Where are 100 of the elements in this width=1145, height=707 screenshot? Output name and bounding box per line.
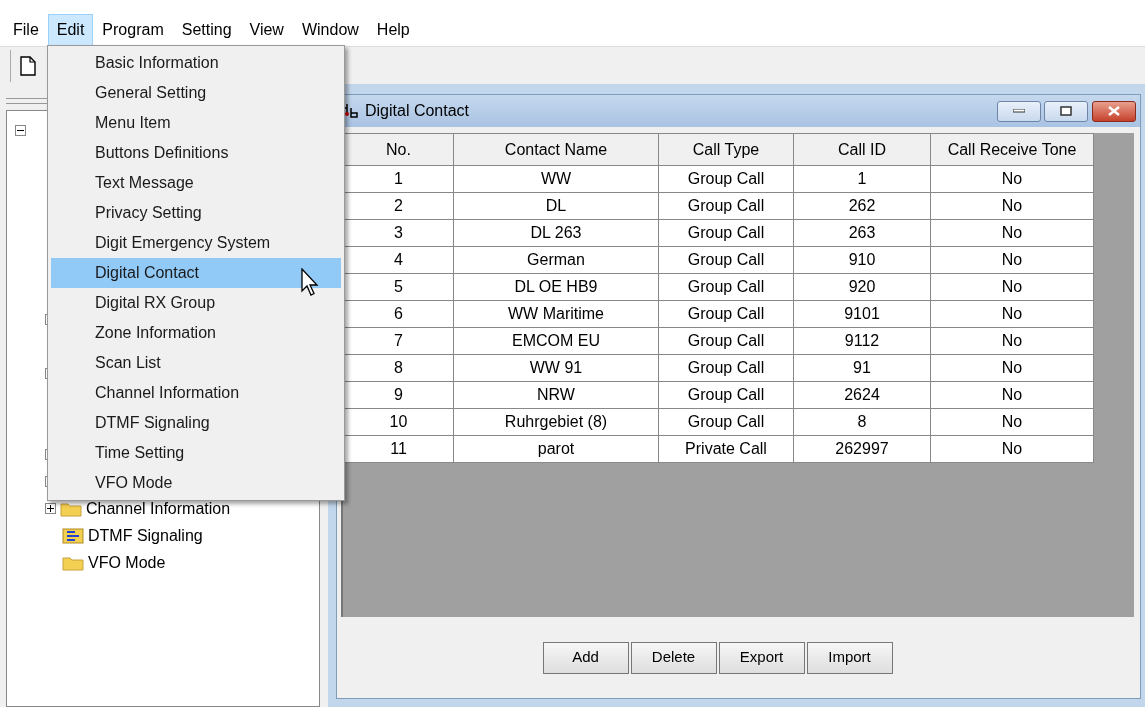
table-cell: 9 (343, 381, 454, 409)
column-header[interactable]: No. (343, 133, 454, 166)
menu-option[interactable]: Basic Information (51, 48, 341, 78)
mouse-cursor-icon (301, 268, 319, 296)
table-cell: No (930, 300, 1094, 328)
table-cell: Group Call (658, 300, 794, 328)
table-cell: 9101 (793, 300, 931, 328)
table-cell: DL 263 (453, 219, 659, 247)
table-cell: 1 (343, 165, 454, 193)
menu-option[interactable]: Digital RX Group (51, 288, 341, 318)
table-cell: DL OE HB9 (453, 273, 659, 301)
menu-option[interactable]: Privacy Setting (51, 198, 341, 228)
column-header[interactable]: Call ID (793, 133, 931, 166)
menu-option[interactable]: Channel Information (51, 378, 341, 408)
table-cell: 910 (793, 246, 931, 274)
table-cell: Group Call (658, 327, 794, 355)
table-cell: 263 (793, 219, 931, 247)
menu-option[interactable]: Digital Contact (51, 258, 341, 288)
table-cell: DL (453, 192, 659, 220)
menu-item[interactable]: File (4, 14, 48, 46)
menu-option[interactable]: Scan List (51, 348, 341, 378)
table-cell: No (930, 408, 1094, 436)
menu-item[interactable]: Help (367, 14, 419, 46)
table-cell: Group Call (658, 354, 794, 382)
menu-option[interactable]: VFO Mode (51, 468, 341, 498)
close-icon (1108, 106, 1120, 116)
table-cell: 8 (793, 408, 931, 436)
table-cell: 920 (793, 273, 931, 301)
table-cell: Group Call (658, 273, 794, 301)
table-cell: 5 (343, 273, 454, 301)
table-cell: 8 (343, 354, 454, 382)
table-cell: 91 (793, 354, 931, 382)
table-cell: Group Call (658, 246, 794, 274)
table-cell: EMCOM EU (453, 327, 659, 355)
action-button[interactable]: Import (806, 641, 893, 674)
tree-item[interactable]: DTMF Signaling (88, 523, 203, 548)
minimize-icon (1012, 109, 1025, 113)
table-cell: parot (453, 435, 659, 463)
table-cell: Group Call (658, 165, 794, 193)
table-cell: Group Call (658, 219, 794, 247)
table-cell: 6 (343, 300, 454, 328)
table-cell: No (930, 354, 1094, 382)
close-button[interactable] (1092, 100, 1136, 122)
table-cell: No (930, 219, 1094, 247)
table-cell: 3 (343, 219, 454, 247)
table-cell: No (930, 435, 1094, 463)
table-cell: 262997 (793, 435, 931, 463)
action-button[interactable]: Delete (630, 641, 717, 674)
menu-item[interactable]: Window (292, 14, 368, 46)
table-cell: German (453, 246, 659, 274)
table-cell: 9112 (793, 327, 931, 355)
folder-icon (62, 554, 84, 571)
table-cell: WW 91 (453, 354, 659, 382)
collapse-icon[interactable] (15, 125, 26, 136)
menu-option[interactable]: Zone Information (51, 318, 341, 348)
menu-option[interactable]: Digit Emergency System (51, 228, 341, 258)
table-cell: Group Call (658, 408, 794, 436)
table-cell: 2624 (793, 381, 931, 409)
menu-option[interactable]: DTMF Signaling (51, 408, 341, 438)
table-cell: No (930, 165, 1094, 193)
table-cell: NRW (453, 381, 659, 409)
column-header[interactable]: Contact Name (453, 133, 659, 166)
table-cell: Group Call (658, 381, 794, 409)
table-cell: Private Call (658, 435, 794, 463)
table-cell: No (930, 327, 1094, 355)
column-header[interactable]: Call Type (658, 133, 794, 166)
table-cell: 2 (343, 192, 454, 220)
table-cell: 7 (343, 327, 454, 355)
menu-item[interactable]: Edit (47, 14, 94, 46)
action-button[interactable]: Add (542, 641, 629, 674)
expand-icon[interactable] (45, 503, 56, 514)
menu-option[interactable]: Buttons Definitions (51, 138, 341, 168)
column-header[interactable]: Call Receive Tone (930, 133, 1094, 166)
new-document-icon[interactable] (20, 55, 36, 76)
menu-option[interactable]: Menu Item (51, 108, 341, 138)
minimize-button[interactable] (996, 100, 1041, 122)
menu-option[interactable]: General Setting (51, 78, 341, 108)
table-cell: No (930, 273, 1094, 301)
menu-item[interactable]: Program (93, 14, 173, 46)
table-cell: 1 (793, 165, 931, 193)
window-title: Digital Contact (365, 101, 470, 121)
keypad-icon (62, 527, 84, 544)
action-button[interactable]: Export (718, 641, 805, 674)
table-cell: No (930, 381, 1094, 409)
table-cell: 4 (343, 246, 454, 274)
table-cell: No (930, 246, 1094, 274)
menu-item[interactable]: Setting (172, 14, 241, 46)
table-cell: Group Call (658, 192, 794, 220)
menu-option[interactable]: Time Setting (51, 438, 341, 468)
table-cell: WW (453, 165, 659, 193)
maximize-button[interactable] (1044, 100, 1089, 122)
menu-option[interactable]: Text Message (51, 168, 341, 198)
table-cell: WW Maritime (453, 300, 659, 328)
tree-item[interactable]: VFO Mode (88, 550, 166, 575)
table-cell: 11 (343, 435, 454, 463)
menu-item[interactable]: View (240, 14, 293, 46)
table-cell: Ruhrgebiet (8) (453, 408, 659, 436)
table-cell: 262 (793, 192, 931, 220)
table-cell: 10 (343, 408, 454, 436)
tree-item[interactable]: Channel Information (86, 496, 231, 521)
